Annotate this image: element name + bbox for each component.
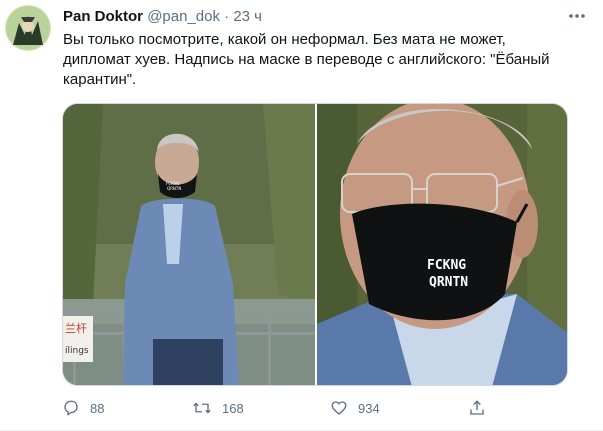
- like-button[interactable]: 934: [330, 399, 380, 417]
- author-name[interactable]: Pan Doktor: [63, 8, 143, 25]
- tweet-media[interactable]: 兰杆 ilings FCKNG QRNTN FCKNG QRNTN: [62, 103, 568, 386]
- tweet[interactable]: Pan Doktor @pan_dok · 23 ч Вы только пос…: [0, 0, 603, 431]
- tweet-text-line: карантин".: [63, 71, 137, 88]
- mask-text-bottom: QRNTN: [429, 275, 468, 290]
- more-icon[interactable]: [567, 6, 587, 29]
- tweet-actions: 88 168 934: [62, 399, 492, 419]
- tweet-text-line: Вы только посмотрите, какой он неформал.…: [63, 31, 506, 48]
- mask-text-top: FCKNG: [427, 258, 466, 273]
- tweet-header: Pan Doktor @pan_dok · 23 ч: [63, 7, 262, 27]
- reply-button[interactable]: 88: [62, 399, 104, 417]
- retweet-button[interactable]: 168: [192, 399, 244, 417]
- svg-text:QRNTN: QRNTN: [167, 186, 181, 191]
- photo-right-image: FCKNG QRNTN: [317, 104, 567, 385]
- retweet-count: 168: [222, 400, 244, 416]
- header-separator: ·: [224, 8, 230, 25]
- reply-icon: [64, 400, 78, 416]
- photo-right[interactable]: FCKNG QRNTN: [317, 104, 567, 385]
- sign-text-bottom: ilings: [65, 346, 89, 356]
- avatar[interactable]: [5, 5, 51, 51]
- reply-count: 88: [90, 400, 105, 416]
- share-button[interactable]: [468, 399, 486, 417]
- heart-icon: [331, 401, 347, 415]
- sign-text-top: 兰杆: [65, 321, 87, 335]
- author-handle[interactable]: @pan_dok: [147, 8, 220, 25]
- tweet-text: Вы только посмотрите, какой он неформал.…: [63, 30, 550, 90]
- photo-left-image: 兰杆 ilings FCKNG QRNTN: [63, 104, 315, 385]
- share-icon: [470, 400, 484, 415]
- photo-left[interactable]: 兰杆 ilings FCKNG QRNTN: [63, 104, 315, 385]
- retweet-icon: [193, 402, 211, 414]
- tweet-text-line: дипломат хуев. Надпись на маске в перево…: [63, 51, 550, 68]
- like-count: 934: [358, 400, 380, 416]
- avatar-image: [5, 5, 51, 51]
- tweet-time[interactable]: 23 ч: [233, 8, 262, 25]
